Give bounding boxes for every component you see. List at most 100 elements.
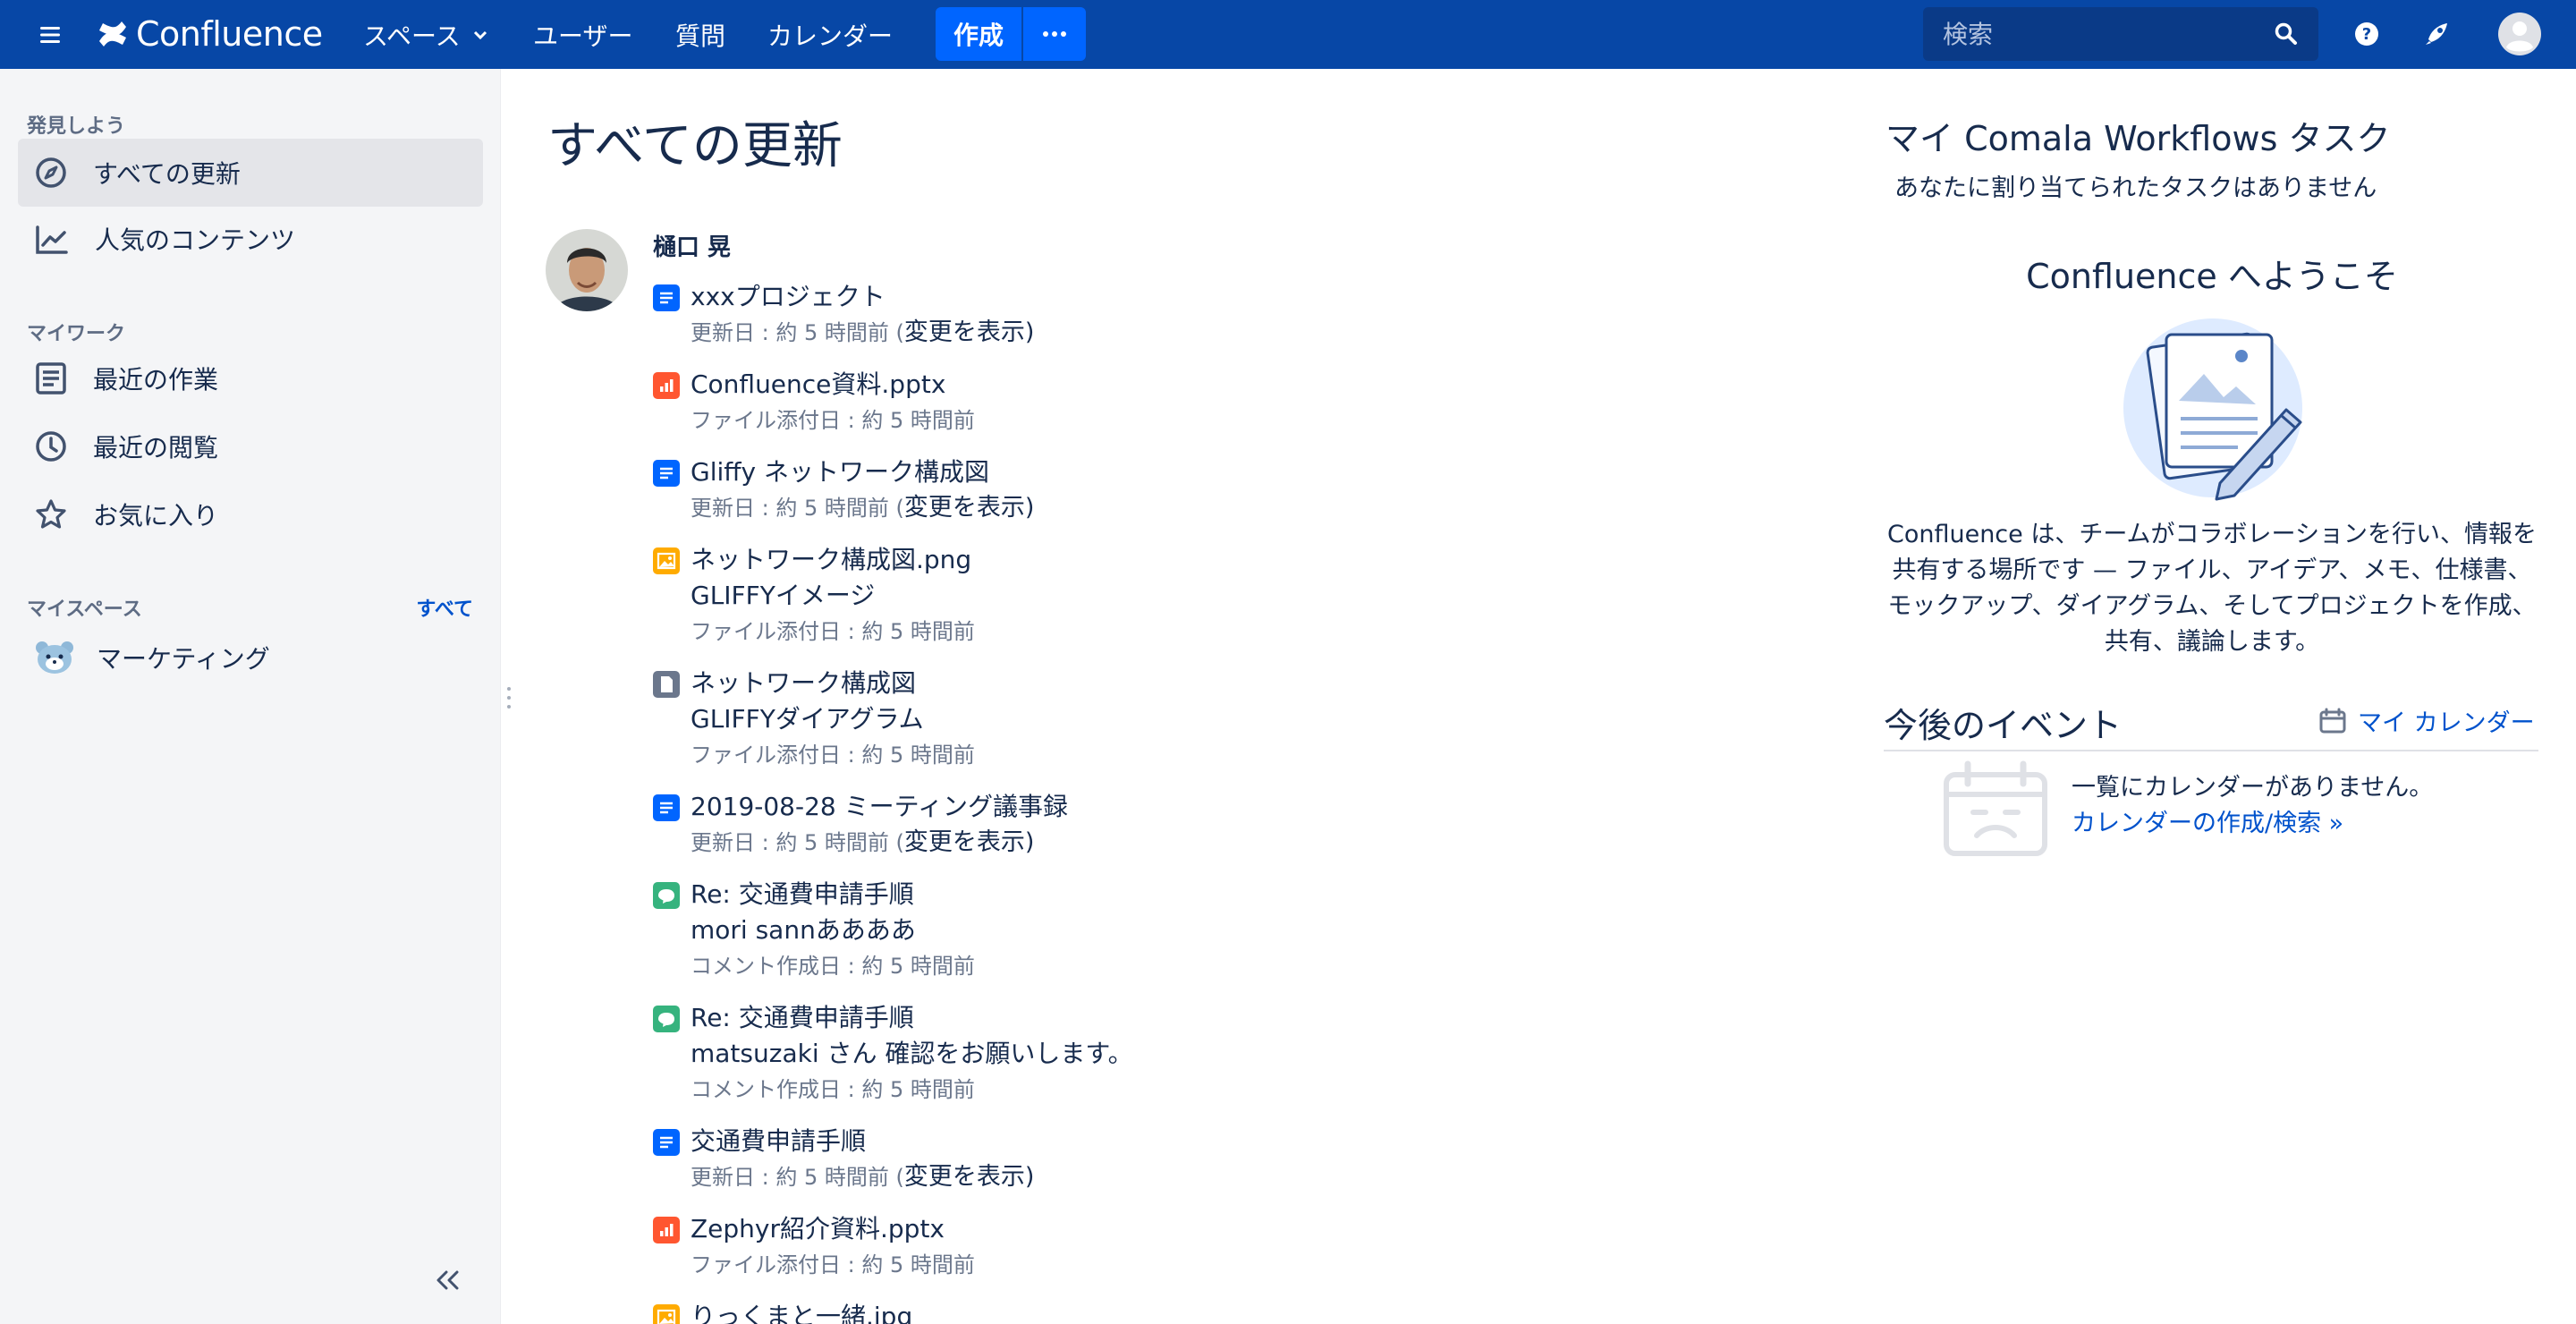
page-icon [653,1129,680,1156]
nav-questions[interactable]: 質問 [675,17,725,53]
trending-icon [36,225,68,254]
feed-entry-title[interactable]: Re: 交通費申請手順 [691,1000,1261,1036]
sidebar-item-recent-work[interactable]: 最近の作業 [18,344,483,412]
comment-icon [653,882,680,909]
svg-text:?: ? [2362,25,2371,44]
feed-entry-excerpt: mori sannああああ [691,915,916,945]
view-changes-link[interactable]: 変更を表示 [904,318,1025,346]
my-calendar-link[interactable]: マイ カレンダー [2318,703,2535,738]
profile-avatar-icon[interactable] [2497,12,2542,56]
nav-spaces-label: スペース [363,21,461,51]
nav-users[interactable]: ユーザー [533,17,632,53]
feed-entry-title[interactable]: りっくまと一緒.jpg [691,1299,1261,1324]
space-avatar-icon [36,641,73,674]
create-button[interactable]: 作成 [936,7,1021,61]
feed-entry-title[interactable]: ネットワーク構成図.png [691,542,1261,578]
feed-entry-title[interactable]: Confluence資料.pptx [691,367,1261,403]
author-name[interactable]: 樋口 晃 [653,229,731,262]
feed-entry-meta: 更新日 : 約 5 時間前 (変更を表示) [691,825,1261,861]
sidebar-item-favorites[interactable]: お気に入り [18,480,483,548]
sidebar-item-space-marketing[interactable]: マーケティング [18,624,483,692]
feed-entry-meta-close: ) [1024,828,1035,856]
feed-entry-excerpt: matsuzaki さん 確認をお願いします。 [691,1039,1133,1068]
nav-calendar-label: カレンダー [767,21,894,51]
feed-entry-meta: 更新日 : 約 5 時間前 (変更を表示) [691,315,1261,351]
sidebar-item-all-updates[interactable]: すべての更新 [18,139,483,207]
sidebar-item-label: 最近の閲覧 [93,433,219,463]
feed-entry-meta-close: ) [1024,494,1035,522]
feed-entry: ネットワーク構成図.png GLIFFYイメージファイル添付日 : 約 5 時間前 [653,542,1261,649]
feed-entry-meta: コメント作成日 : 約 5 時間前 [691,948,1261,984]
author-avatar[interactable] [546,229,628,311]
feed-entry-title[interactable]: Re: 交通費申請手順 [691,877,1261,912]
page-icon [653,460,680,487]
help-icon[interactable]: ? [2352,20,2381,48]
feed-entry-meta-close: ) [1024,318,1035,346]
feed-entry-meta: ファイル添付日 : 約 5 時間前 [691,403,1261,438]
feed-entry-meta: 更新日 : 約 5 時間前 (変更を表示) [691,490,1261,526]
nav-questions-label: 質問 [675,21,726,51]
confluence-logo[interactable]: Confluence [97,14,323,54]
feed-entry-meta-text: ファイル添付日 : 約 5 時間前 [691,1252,975,1277]
myspaces-all-link[interactable]: すべて [416,593,473,622]
feed-entry: Re: 交通費申請手順 matsuzaki さん 確認をお願いします。コメント作成… [653,1000,1261,1108]
feed-entry: Gliffy ネットワーク構成図 更新日 : 約 5 時間前 (変更を表示) [653,454,1261,526]
feed-entry-excerpt: GLIFFYイメージ [691,581,876,610]
feed-entry-meta-text: ファイル添付日 : 約 5 時間前 [691,619,975,644]
calendar-icon [2319,708,2346,733]
collapse-sidebar-icon[interactable] [434,1268,462,1293]
create-more-button[interactable] [1023,7,1086,61]
feed-entry-meta: ファイル添付日 : 約 5 時間前 [691,737,1261,773]
find-calendar-link[interactable]: カレンダーの作成/検索 » [2072,803,2343,838]
nav-calendar[interactable]: カレンダー [767,17,893,53]
feed-entry-meta-text: ファイル添付日 : 約 5 時間前 [691,743,975,768]
feed-entry: りっくまと一緒.jpg [653,1299,1261,1324]
menu-icon[interactable] [36,21,64,48]
feed-entry-title[interactable]: 2019-08-28 ミーティング議事録 [691,789,1261,825]
sidebar-item-recently-viewed[interactable]: 最近の閲覧 [18,412,483,480]
presentation-file-icon [653,1217,680,1243]
feed-entry-title[interactable]: xxxプロジェクト [691,279,1261,315]
feed-entry-meta: ファイル添付日 : 約 5 時間前 [691,1247,1261,1283]
page-title: すべての更新 [547,117,843,175]
welcome-title: Confluence へようこそ [2026,257,2398,296]
feed-entry-title[interactable]: 交通費申請手順 [691,1124,1261,1159]
workflow-tasks-title: マイ Comala Workflows タスク [1885,119,2391,158]
document-icon [36,362,66,395]
myspaces-heading: マイスペース [27,598,142,621]
mywork-heading: マイワーク [27,323,126,345]
feed-entry-title[interactable]: ネットワーク構成図 [691,666,1261,701]
search-input[interactable] [1943,19,2265,49]
feed-entry-meta-text: コメント作成日 : 約 5 時間前 [691,1077,975,1102]
page-icon [653,284,680,311]
notifications-icon[interactable] [2422,20,2453,48]
chevron-down-icon [473,30,487,40]
feed-entry: Re: 交通費申請手順 mori sannああああコメント作成日 : 約 5 時間… [653,877,1261,984]
no-calendar-message: 一覧にカレンダーがありません。 [2072,774,2434,802]
star-icon [36,499,66,529]
sidebar-item-popular[interactable]: 人気のコンテンツ [18,205,483,273]
view-changes-link[interactable]: 変更を表示 [904,494,1025,522]
feed-entry-meta-text: 更新日 : 約 5 時間前 ( [691,1165,904,1190]
brand-name: Confluence [136,14,323,54]
sidebar-item-label: 人気のコンテンツ [95,225,296,255]
nav-spaces[interactable]: スペース [363,17,487,53]
view-changes-link[interactable]: 変更を表示 [904,828,1025,856]
sidebar-resize-handle[interactable] [505,685,513,710]
search-icon[interactable] [2274,21,2299,47]
feed-entry-title[interactable]: Gliffy ネットワーク構成図 [691,454,1261,490]
search-box [1923,7,2318,61]
image-file-icon [653,547,680,574]
view-changes-link[interactable]: 変更を表示 [904,1163,1025,1191]
more-icon [1043,31,1066,37]
feed-entry-meta-text: 更新日 : 約 5 時間前 ( [691,320,904,345]
feed-entry-title[interactable]: Zephyr紹介資料.pptx [691,1211,1261,1247]
workflow-tasks-empty: あなたに割り当てられたタスクはありません [1894,174,2377,202]
feed-entry: xxxプロジェクト 更新日 : 約 5 時間前 (変更を表示) [653,279,1261,351]
feed-entry-meta-text: コメント作成日 : 約 5 時間前 [691,954,975,979]
empty-calendar-icon [1941,759,2050,859]
nav-users-label: ユーザー [533,21,633,51]
sidebar-item-label: 最近の作業 [93,365,219,395]
compass-icon [36,157,66,188]
feed-entry-meta-text: 更新日 : 約 5 時間前 ( [691,496,904,521]
